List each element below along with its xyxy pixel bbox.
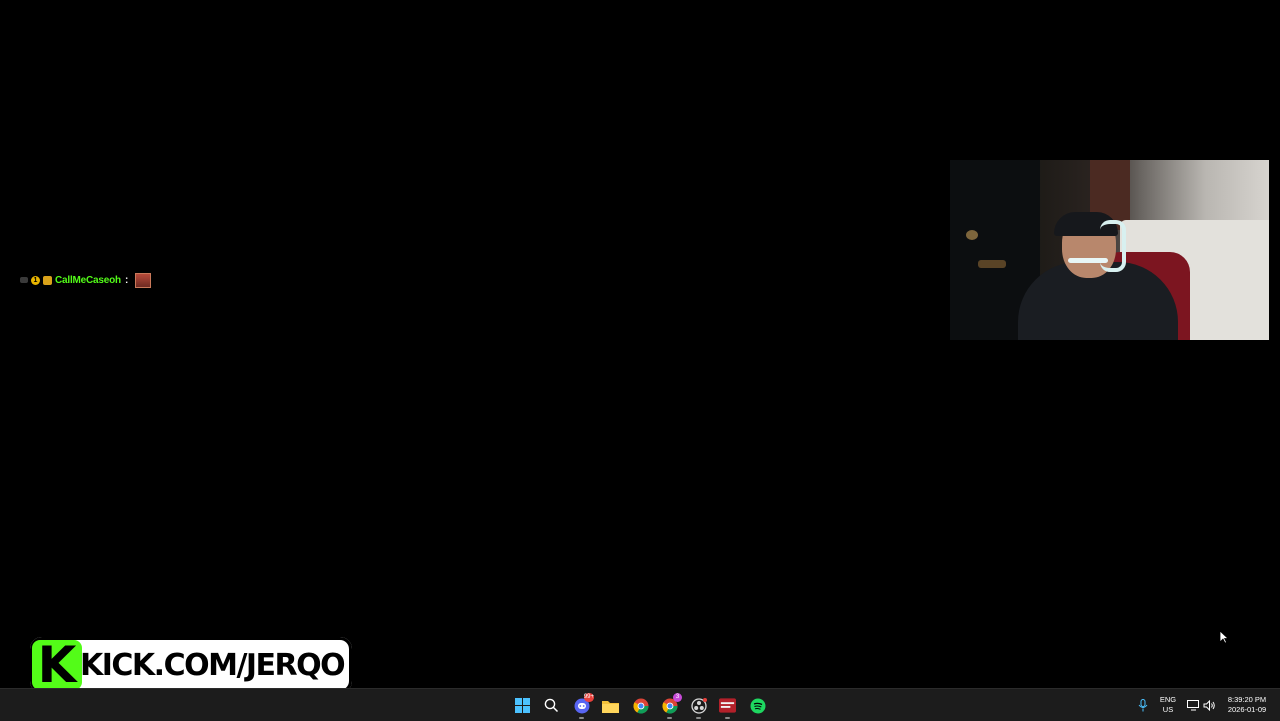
webcam-headset [1100,220,1126,272]
language-code: ENG [1159,695,1177,704]
mouse-cursor-icon [1219,630,1229,644]
folder-icon [602,700,619,713]
file-explorer-button[interactable] [602,697,619,714]
taskbar: 99+ 3 ENG US 8:39:20 PM 2026-01-09 [0,688,1280,721]
microphone-tray-button[interactable] [1134,697,1151,714]
running-indicator [725,717,730,719]
gift-badge-icon [43,275,52,285]
volume-tray-button[interactable] [1201,697,1218,714]
kick-banner: K KICK.COM/JERQO [30,637,352,693]
obs-icon [690,697,707,714]
kick-channel-url: KICK.COM/JERQO [80,647,346,683]
running-indicator [667,717,672,719]
search-button[interactable] [543,697,560,714]
windows-icon [515,698,530,713]
emote-icon [135,272,152,288]
chrome-alt-notification-badge: 3 [673,693,682,702]
chrome-alt-button[interactable]: 3 [661,693,682,719]
chrome-button[interactable] [632,697,649,714]
language-region: US [1162,705,1174,714]
subscriber-badge-icon: 1 [31,275,40,285]
webcam-light [978,260,1006,268]
obs-button[interactable] [690,697,707,719]
chat-badge-icon [20,277,28,283]
network-tray-button[interactable] [1185,697,1202,714]
volume-icon [1203,700,1215,711]
webcam-mic [1068,258,1108,263]
spotify-button[interactable] [749,697,766,714]
discord-taskbar-button[interactable]: 99+ [573,693,594,719]
chat-separator: : [124,274,129,286]
search-icon [544,698,559,713]
kick-logo-icon: K [32,640,82,690]
running-indicator [696,717,701,719]
discord-notification-badge: 99+ [583,693,594,702]
clock-time: 8:39:20 PM [1227,695,1267,704]
clock-date: 2026-01-09 [1227,705,1267,714]
running-indicator [579,717,584,719]
chat-username: CallMeCaseoh [55,274,121,286]
app-icon [719,698,736,713]
language-indicator[interactable]: ENG US [1158,695,1178,715]
chat-message: 1 CallMeCaseoh : [20,272,152,288]
network-icon [1187,700,1199,711]
streamer-app-button[interactable] [719,697,736,719]
taskbar-clock[interactable]: 8:39:20 PM 2026-01-09 [1222,695,1272,715]
windows-start-button[interactable] [514,697,531,714]
chrome-icon [632,698,648,714]
webcam-light [966,230,978,240]
webcam-feed [950,160,1269,340]
microphone-icon [1138,699,1147,712]
spotify-icon [750,698,765,713]
